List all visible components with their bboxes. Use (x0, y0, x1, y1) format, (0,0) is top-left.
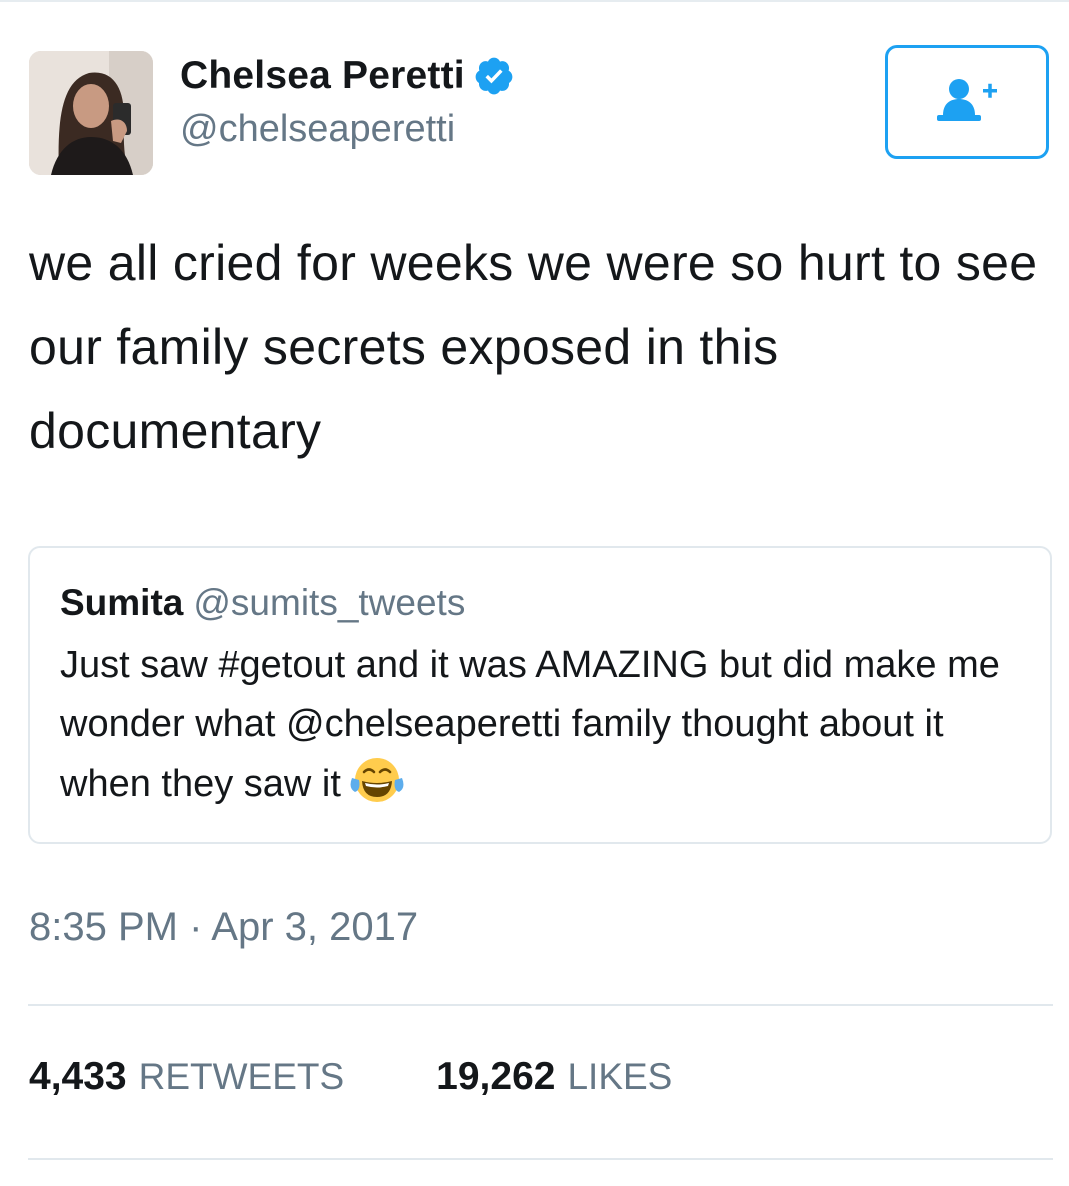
retweets-stat[interactable]: 4,433 RETWEETS (29, 1055, 344, 1099)
likes-count: 19,262 (436, 1055, 556, 1098)
face-with-tears-of-joy-icon (349, 754, 405, 806)
likes-label: LIKES (567, 1056, 673, 1097)
quoted-tweet-card[interactable]: Sumita @sumits_tweets Just saw #getout an… (28, 546, 1052, 844)
avatar[interactable] (29, 51, 153, 175)
tweet-text: we all cried for weeks we were so hurt t… (29, 235, 1038, 459)
quoted-tweet-text: Just saw #getout and it was AMAZING but … (60, 644, 1000, 805)
follow-button[interactable] (885, 45, 1049, 159)
avatar-photo (29, 51, 153, 175)
quoted-tweet-author-handle: @sumits_tweets (193, 582, 466, 623)
author-display-name[interactable]: Chelsea Peretti (180, 54, 465, 98)
tweet-timestamp[interactable]: 8:35 PM · Apr 3, 2017 (29, 905, 418, 950)
author-name-row: Chelsea Peretti (180, 52, 515, 100)
likes-stat[interactable]: 19,262 LIKES (436, 1055, 672, 1099)
tweet-stats: 4,433 RETWEETS 19,262 LIKES (29, 1055, 672, 1099)
retweets-label: RETWEETS (138, 1056, 345, 1097)
stats-bottom-divider (28, 1158, 1053, 1160)
verified-badge-icon (473, 55, 515, 97)
author-handle[interactable]: @chelseaperetti (180, 108, 455, 151)
retweets-count: 4,433 (29, 1055, 127, 1098)
stats-top-divider (28, 1004, 1053, 1006)
quoted-tweet-author-name: Sumita (60, 582, 184, 623)
quoted-tweet-text-block: Just saw #getout and it was AMAZING but … (60, 636, 1040, 814)
add-user-icon (931, 75, 1003, 130)
quoted-tweet-header: Sumita @sumits_tweets (60, 582, 465, 624)
top-divider (0, 0, 1069, 2)
